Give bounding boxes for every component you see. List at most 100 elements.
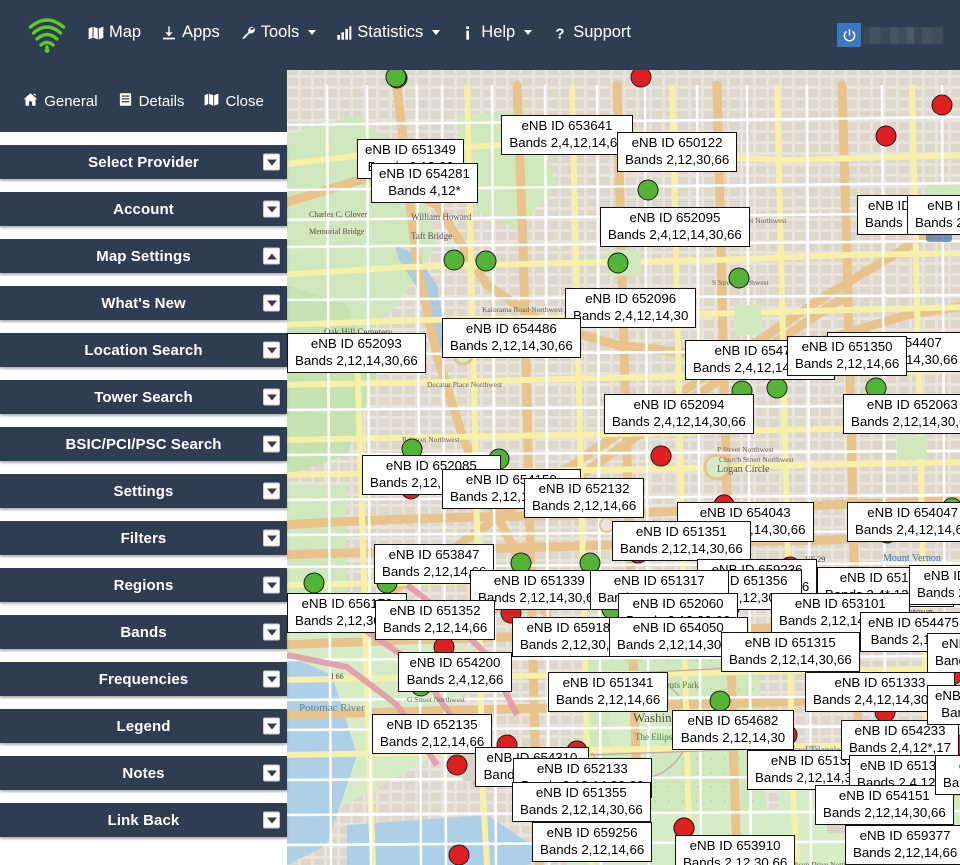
tower-marker[interactable] [931, 94, 953, 116]
tower-callout[interactable]: eNB ID 652080Bands 2,12,30,66 [909, 565, 960, 605]
tower-enb-id: eNB ID 654281 [379, 166, 470, 181]
tower-marker[interactable] [607, 252, 629, 274]
nav-item-statistics[interactable]: Statistics [326, 20, 450, 45]
tower-callout[interactable]: eNB ID 651351 Bands 2,12,14,30,66 [612, 521, 751, 561]
chevron-up-icon[interactable] [263, 247, 280, 265]
chevron-down-icon [524, 30, 533, 35]
tower-marker[interactable] [637, 179, 659, 201]
tower-marker[interactable] [728, 267, 750, 289]
nav-item-support[interactable]: ? Support [542, 20, 641, 45]
tower-callout[interactable]: eNB ID 651341 Bands 2,12,14,66 [548, 672, 669, 712]
tower-enb-id: eNB ID 653101 [794, 596, 886, 611]
tower-callout[interactable]: eNB ID 651352 Bands 2,12,14,66 [375, 600, 496, 640]
panel-toolbar-close[interactable]: Close [204, 92, 264, 111]
chevron-down-icon[interactable] [263, 764, 280, 782]
tower-callout[interactable]: eNB ID 654588Bands 2,12,14,30,66 [935, 755, 960, 795]
tower-callout[interactable]: eNB ID 653641 Bands 2,4,12,14,66 [501, 115, 633, 155]
tower-marker[interactable] [448, 844, 470, 865]
tower-enb-id: eNB ID 652094 [633, 397, 725, 412]
tower-marker[interactable] [650, 445, 672, 467]
tower-callout[interactable]: eNB ID 659256 Bands 2,12,14,66 [532, 822, 653, 862]
sidebar-item-select-provider[interactable]: Select Provider [0, 145, 287, 179]
tower-bands: Bands 2,4,12,14,30,66 [608, 226, 742, 242]
tower-marker[interactable] [443, 249, 465, 271]
chevron-down-icon[interactable] [263, 623, 280, 641]
sidebar-item-frequencies[interactable]: Frequencies [0, 662, 287, 696]
tower-callout[interactable]: eNB ID 659377 Bands 2,12,14,66 [845, 825, 960, 865]
tower-callout[interactable]: eNB ID 652132 Bands 2,12,14,66 [524, 478, 645, 518]
power-icon[interactable] [837, 23, 861, 47]
sidebar-item-link-back[interactable]: Link Back [0, 803, 287, 837]
tower-callout[interactable]: eNB ID 654047 Bands 2,4,12,14,66 [847, 502, 960, 542]
chevron-down-icon[interactable] [263, 294, 280, 312]
chevron-down-icon[interactable] [263, 200, 280, 218]
chevron-down-icon[interactable] [263, 717, 280, 735]
tower-callout[interactable]: eNB ID 654690Bands 2,4,12,30,66 [907, 195, 960, 235]
tower-marker[interactable] [875, 125, 897, 147]
sidebar-item-legend[interactable]: Legend [0, 709, 287, 743]
sidebar-item-label: Location Search [84, 341, 203, 359]
nav-item-tools[interactable]: Tools [230, 20, 327, 45]
tower-marker[interactable] [709, 690, 731, 712]
tower-callout[interactable]: eNB ID 654682 Bands 2,12,14,30 [672, 710, 794, 750]
tower-callout[interactable]: eNB ID 652095 Bands 2,4,12,14,30,66 [600, 207, 750, 247]
tower-callout[interactable]: eNB ID 651387Bands 2,4,12 [927, 685, 960, 725]
sidebar-item-filters[interactable]: Filters [0, 521, 287, 555]
map-place-label: The Ellipse [635, 732, 677, 742]
tower-callout[interactable]: eNB ID 650122 Bands 2,12,30,66 [617, 132, 738, 172]
chevron-down-icon[interactable] [263, 482, 280, 500]
tower-marker[interactable] [475, 250, 497, 272]
tower-callout[interactable]: eNB ID 654233 Bands 2,4,12*,17 [841, 720, 960, 760]
tower-callout[interactable]: eNB ID 651355 Bands 2,12,14,30,66 [512, 782, 651, 822]
sidebar-item-location-search[interactable]: Location Search [0, 333, 287, 367]
user-area[interactable] [837, 23, 943, 47]
tower-enb-id: eNB ID 654475 [868, 615, 959, 630]
tower-enb-id: eNB ID 654690 [927, 198, 960, 213]
tower-callout[interactable]: eNB ID 654281 Bands 4,12* [371, 163, 478, 203]
nav-item-help[interactable]: Help [450, 20, 542, 45]
map-canvas[interactable]: Adams MorganWilliam HowardTaft BridgeCha… [287, 55, 960, 865]
sidebar-item-tower-search[interactable]: Tower Search [0, 380, 287, 414]
chevron-down-icon[interactable] [263, 811, 280, 829]
sidebar-item-notes[interactable]: Notes [0, 756, 287, 790]
tower-callout[interactable]: eNB ID 652093 Bands 2,12,14,30,66 [287, 333, 426, 373]
tower-callout[interactable]: eNB ID 651350 Bands 2,12,14,66 [787, 336, 908, 376]
chevron-down-icon[interactable] [263, 341, 280, 359]
tower-callout[interactable]: eNB ID 654486 Bands 2,12,14,30,66 [442, 318, 581, 358]
sidebar-item-regions[interactable]: Regions [0, 568, 287, 602]
tower-callout[interactable]: eNB ID 654151 Bands 2,12,14,30,66 [815, 785, 954, 825]
nav-item-map[interactable]: Map [78, 20, 151, 45]
chevron-down-icon[interactable] [263, 670, 280, 688]
sidebar-item-what-s-new[interactable]: What's New [0, 286, 287, 320]
cellmapper-logo-icon[interactable] [26, 14, 68, 56]
tower-enb-id: eNB ID 650122 [631, 135, 723, 150]
sidebar-item-account[interactable]: Account [0, 192, 287, 226]
chevron-down-icon[interactable] [263, 388, 280, 406]
tower-callout[interactable]: eNB ID 652096 Bands 2,4,12,14,30 [565, 288, 697, 328]
tower-callout[interactable]: eNB ID 652063Bands 2,12,14,30,66 [843, 394, 960, 434]
tower-marker[interactable] [766, 377, 788, 399]
tower-callout[interactable]: eNB ID 654200 Bands 2,4,12,66 [398, 652, 512, 692]
tower-marker[interactable] [446, 754, 468, 776]
download-icon [161, 25, 177, 41]
tower-callout[interactable]: eNB ID 653910 Bands 2,12,30,66 [675, 835, 796, 865]
chevron-down-icon[interactable] [263, 529, 280, 547]
sidebar-item-bsic-pci-psc-search[interactable]: BSIC/PCI/PSC Search [0, 427, 287, 461]
sidebar-item-bands[interactable]: Bands [0, 615, 287, 649]
panel-toolbar-general[interactable]: General [23, 92, 98, 111]
tower-enb-id: eNB ID 651317 [613, 573, 705, 588]
chevron-down-icon[interactable] [263, 153, 280, 171]
tower-enb-id: eNB ID 654682 [687, 713, 779, 728]
sidebar-item-map-settings[interactable]: Map Settings [0, 239, 287, 273]
tower-marker[interactable] [303, 572, 325, 594]
chevron-down-icon[interactable] [263, 576, 280, 594]
tower-callout[interactable]: eNB ID 652094 Bands 2,4,12,14,30,66 [604, 394, 754, 434]
chevron-down-icon[interactable] [263, 435, 280, 453]
map-place-label: Logan Circle [717, 464, 770, 475]
nav-item-apps[interactable]: Apps [151, 20, 230, 45]
sidebar-item-settings[interactable]: Settings [0, 474, 287, 508]
tower-callout[interactable]: eNB ID 651380Bands 2,12,30,66 [927, 633, 960, 673]
tower-bands: Bands 2,12,14,30,66 [851, 413, 960, 429]
tower-callout[interactable]: eNB ID 651315 Bands 2,12,14,30,66 [721, 632, 860, 672]
panel-toolbar-details[interactable]: Details [118, 92, 184, 111]
